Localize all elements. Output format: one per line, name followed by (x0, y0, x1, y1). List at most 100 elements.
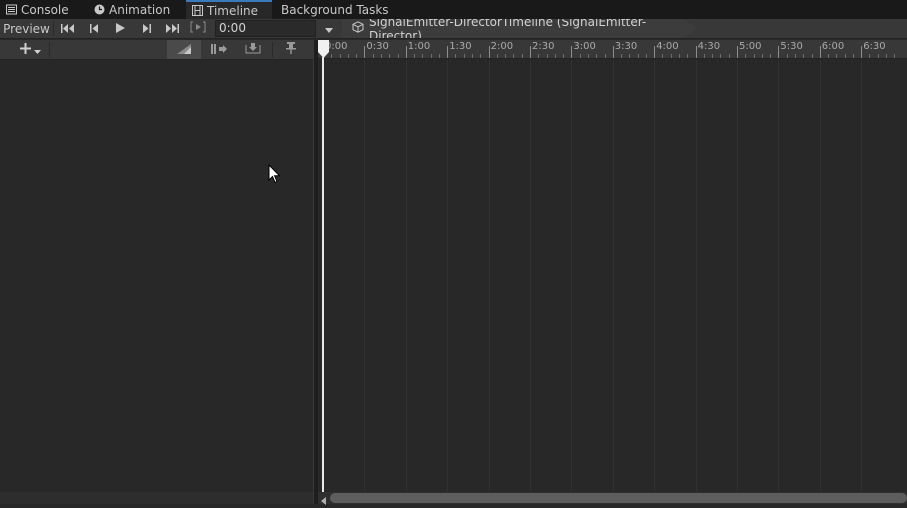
goto-end-button[interactable] (160, 20, 184, 37)
ruler-tick-label: 5:00 (739, 41, 762, 52)
playhead-handle[interactable] (318, 40, 329, 58)
ripple-icon (211, 43, 227, 57)
ruler-tick-label: 3:00 (573, 41, 596, 52)
ruler-minor-tick (414, 54, 416, 58)
ruler-minor-tick (347, 54, 349, 58)
ruler-tick-label: 6:00 (821, 41, 845, 52)
tab-background-tasks[interactable]: Background Tasks (281, 0, 393, 19)
current-time-field[interactable]: 0:00 (215, 20, 316, 37)
grid-line (819, 60, 821, 492)
ruler-minor-tick (745, 54, 747, 58)
ruler-minor-tick (596, 54, 598, 58)
ruler-minor-tick (712, 54, 714, 58)
ruler-minor-tick (753, 54, 755, 58)
toolbar-divider (49, 42, 50, 57)
ruler-major-tick (695, 46, 697, 58)
ruler-minor-tick (480, 54, 482, 58)
ruler-major-tick (405, 46, 407, 58)
ruler-minor-tick (670, 54, 672, 58)
track-list-footer (0, 492, 313, 504)
ruler-major-tick (571, 46, 573, 58)
toolbar-divider (272, 42, 273, 57)
next-frame-icon (142, 22, 151, 36)
time-format-dropdown[interactable] (320, 20, 338, 37)
goto-start-button[interactable] (56, 20, 80, 37)
ruler-minor-tick (828, 54, 830, 58)
playhead-line[interactable] (322, 57, 324, 504)
ruler-tick-label: 2:30 (532, 41, 555, 52)
ruler-minor-tick (587, 54, 589, 58)
ruler-minor-tick (811, 54, 813, 58)
pin-button[interactable] (277, 40, 305, 59)
tab-animation[interactable]: Animation (94, 0, 184, 19)
tab-console[interactable]: Console (6, 0, 86, 19)
tab-timeline-label: Timeline (207, 3, 259, 18)
horizontal-scrollbar[interactable] (318, 492, 907, 505)
ruler-minor-tick (538, 54, 540, 58)
preview-label: Preview (3, 21, 50, 36)
ruler-minor-tick (422, 54, 424, 58)
ruler-major-tick (364, 46, 366, 58)
ruler-tick-label: 0:30 (366, 41, 389, 52)
ruler-minor-tick (794, 54, 796, 58)
ruler-minor-tick (380, 54, 382, 58)
ruler-minor-tick (844, 54, 846, 58)
ruler-tick-label: 4:30 (697, 41, 721, 52)
ruler-minor-tick (438, 54, 440, 58)
ruler-minor-tick (637, 54, 639, 58)
grid-line (654, 60, 656, 492)
ruler-minor-tick (728, 54, 730, 58)
play-button[interactable] (108, 20, 132, 37)
ripple-edit-button[interactable] (203, 40, 235, 59)
ruler-minor-tick (836, 54, 838, 58)
grid-line (488, 60, 490, 492)
ruler-minor-tick (803, 54, 805, 58)
grid-line (530, 60, 531, 492)
snap-toggle-button[interactable] (167, 40, 201, 59)
previous-frame-button[interactable] (82, 20, 106, 37)
next-frame-button[interactable] (134, 20, 158, 37)
ruler-minor-tick (894, 54, 896, 58)
ruler-major-tick (861, 46, 863, 58)
ruler-minor-tick (579, 54, 581, 58)
breadcrumb-label: SignalEmitter-DirectorTimeline (SignalEm… (369, 14, 647, 43)
window-tab-bar: Console Animation Timeline Background Ta… (0, 0, 907, 19)
clock-icon (94, 4, 105, 15)
ruler-minor-tick (505, 54, 507, 58)
ruler-major-tick (819, 46, 821, 58)
ruler-major-tick (778, 46, 780, 58)
import-button[interactable] (237, 40, 269, 59)
ruler-major-tick (612, 46, 614, 58)
ruler-minor-tick (455, 54, 457, 58)
ruler-tick-label: 6:30 (863, 41, 886, 52)
clip-area[interactable] (318, 60, 907, 492)
ruler-minor-tick (554, 54, 556, 58)
ruler-minor-tick (869, 54, 871, 58)
horizontal-scrollbar-thumb[interactable] (330, 493, 907, 503)
chevron-down-icon (325, 22, 333, 36)
ruler-minor-tick (662, 54, 664, 58)
ruler-minor-tick (621, 54, 623, 58)
time-ruler[interactable]: 0:00 0:30 1:00 1:30 2:00 2:30 3:00 3:30 4:00 4:30… (318, 40, 907, 59)
ruler-minor-tick (604, 54, 606, 58)
add-track-button[interactable] (12, 40, 48, 59)
preview-toggle[interactable]: Preview (0, 20, 53, 37)
ruler-minor-tick (397, 54, 399, 58)
ruler-minor-tick (687, 54, 689, 58)
timeline-breadcrumb[interactable]: SignalEmitter-DirectorTimeline (SignalEm… (342, 19, 697, 38)
ruler-minor-tick (463, 54, 465, 58)
snap-icon (177, 43, 191, 57)
scroll-left-arrow-icon[interactable] (320, 494, 328, 505)
tab-timeline[interactable]: Timeline (186, 0, 272, 19)
track-list-pane[interactable] (0, 60, 313, 492)
plus-icon (19, 42, 31, 57)
ruler-minor-tick (472, 54, 474, 58)
tab-background-tasks-label: Background Tasks (281, 2, 389, 17)
grid-line (778, 60, 780, 492)
ruler-minor-tick (703, 54, 705, 58)
play-range-button[interactable] (186, 20, 210, 37)
ruler-major-tick (488, 46, 490, 58)
play-range-icon (190, 21, 206, 36)
ruler-minor-tick (496, 54, 498, 58)
ruler-minor-tick (563, 54, 565, 58)
